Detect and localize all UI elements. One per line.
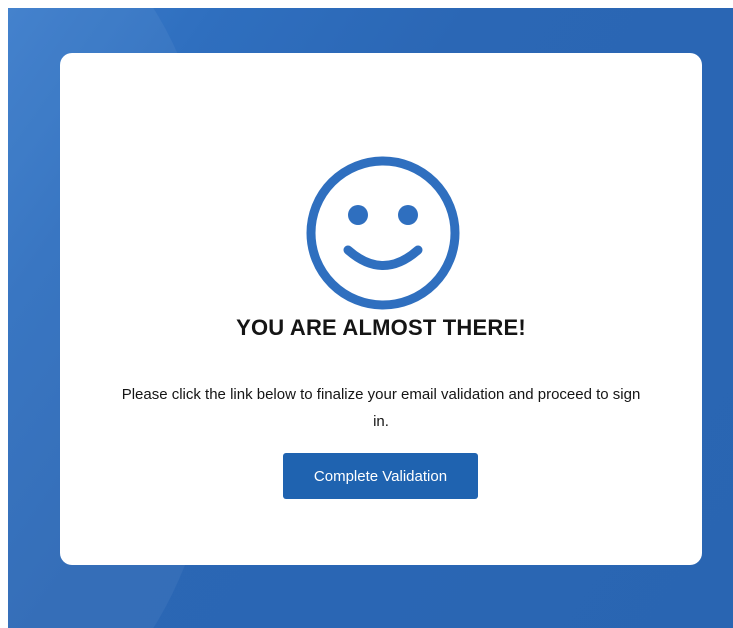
validation-card: YOU ARE ALMOST THERE! Please click the l… [60, 53, 702, 565]
page-background: YOU ARE ALMOST THERE! Please click the l… [8, 8, 733, 628]
instruction-text: Please click the link below to finalize … [121, 386, 641, 430]
page-title: YOU ARE ALMOST THERE! [236, 315, 526, 340]
complete-validation-button[interactable]: Complete Validation [283, 453, 478, 499]
smiley-face-icon [306, 156, 460, 310]
